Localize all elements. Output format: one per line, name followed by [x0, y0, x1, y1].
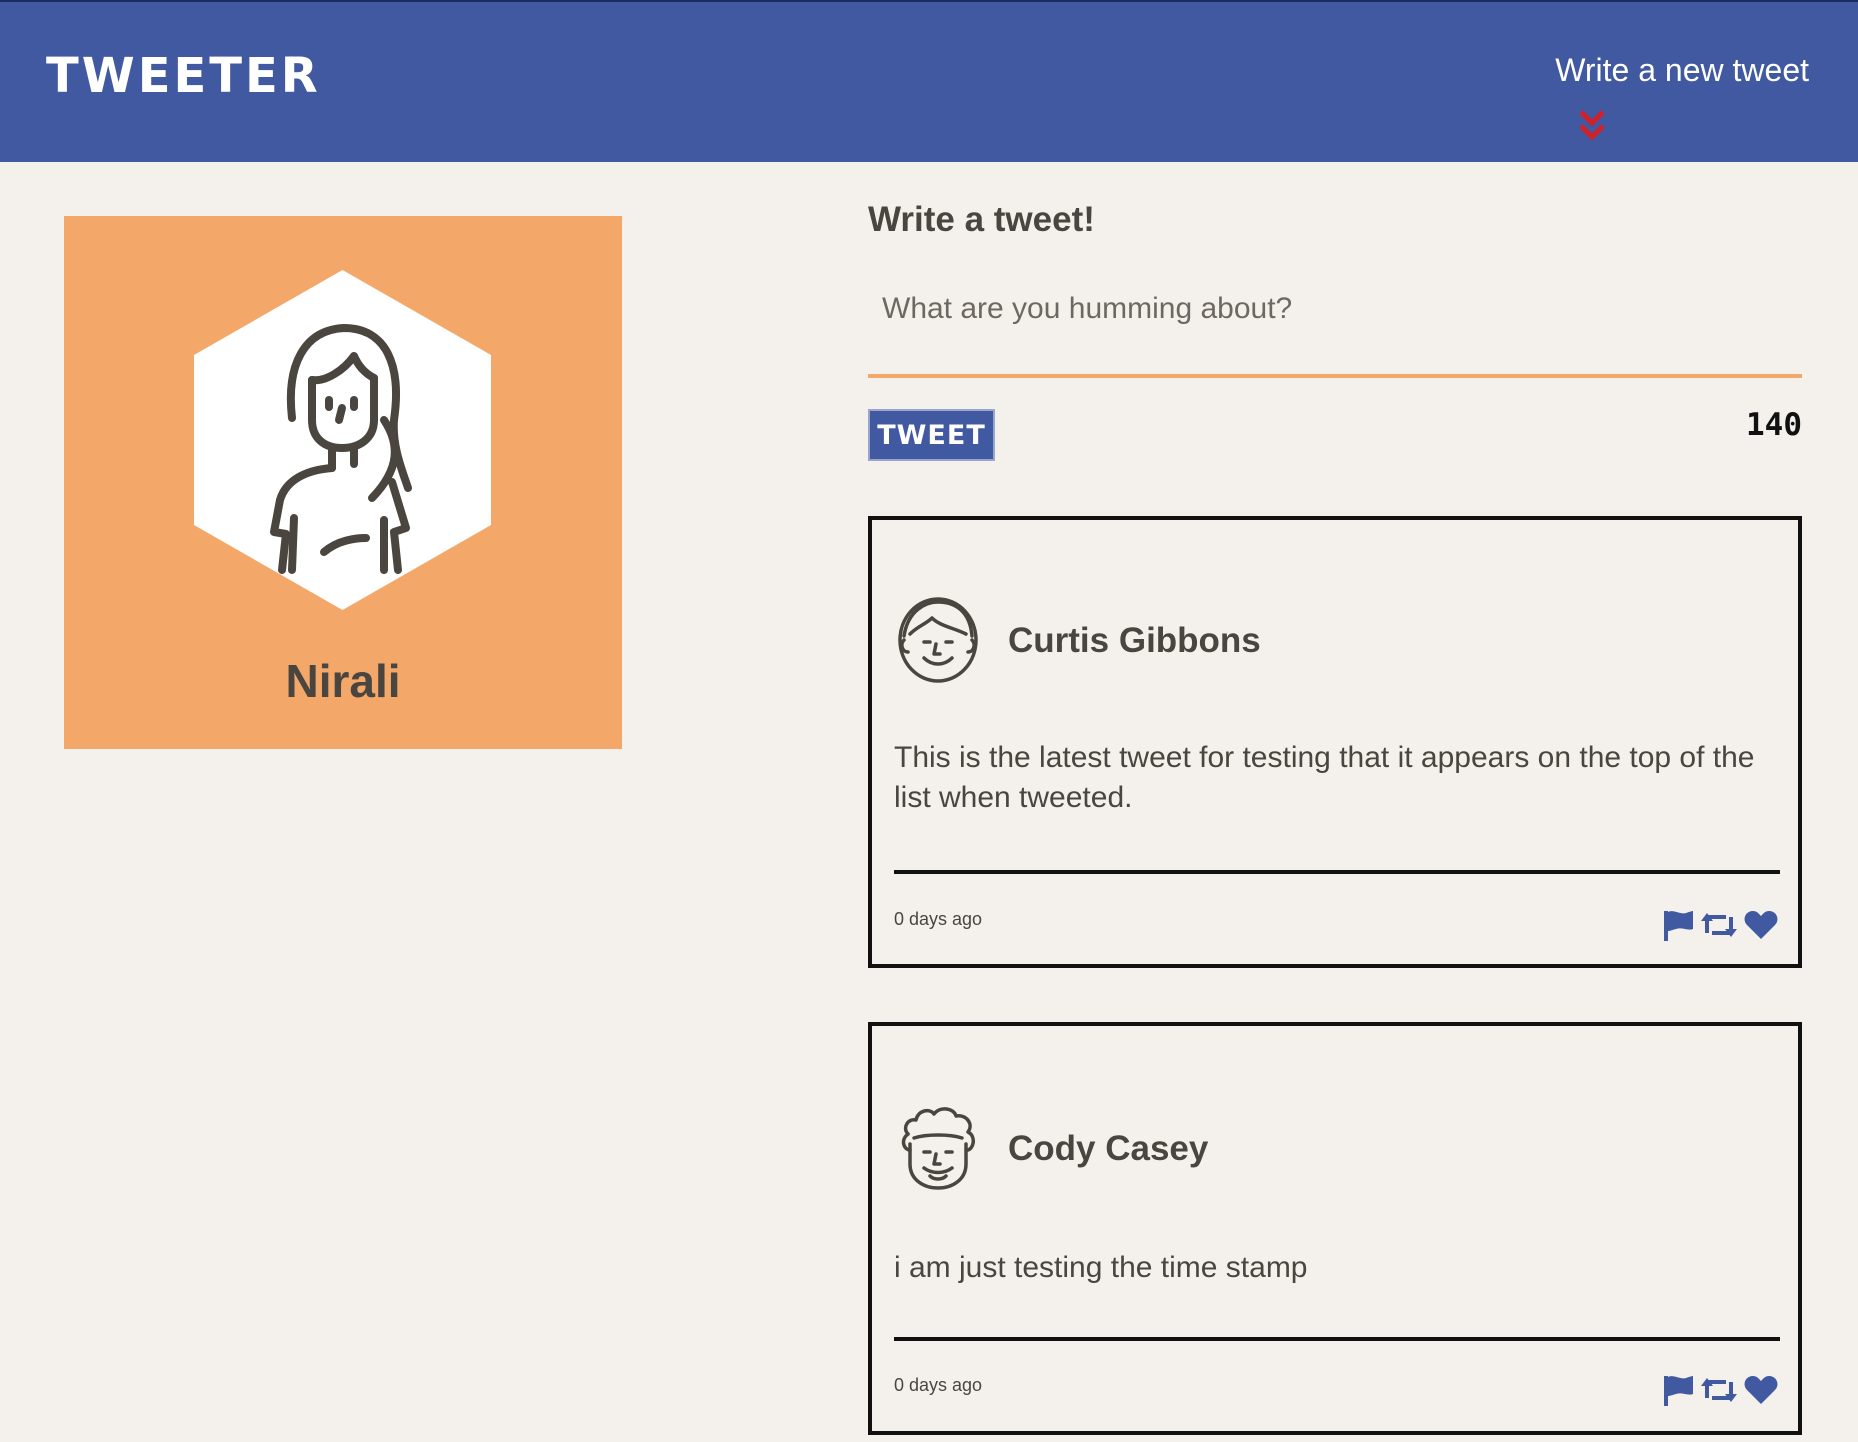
compose-toggle-button[interactable]: Write a new tweet — [1555, 54, 1809, 86]
navbar: TWEETER Write a new tweet — [0, 0, 1858, 162]
compose-toggle-label: Write a new tweet — [1555, 52, 1809, 88]
tweet-divider — [894, 1337, 1780, 1341]
woman-avatar-icon — [194, 270, 491, 610]
retweet-icon[interactable] — [1700, 911, 1738, 944]
brand-logo[interactable]: TWEETER — [46, 52, 321, 100]
tweet-timestamp: 0 days ago — [894, 1375, 983, 1395]
tweet-submit-button[interactable]: TWEET — [868, 409, 995, 461]
man-avatar-icon — [896, 596, 980, 684]
tweet-body: This is the latest tweet for testing tha… — [894, 741, 1755, 814]
tweet-author-name[interactable]: Cody Casey — [1008, 1131, 1208, 1166]
tweet-body: i am just testing the time stamp — [894, 1251, 1308, 1284]
profile-card: Nirali — [64, 216, 622, 749]
tweet-actions — [1662, 1374, 1778, 1411]
page: TWEETER Write a new tweet Nirali Write a… — [0, 0, 1858, 1442]
tweet-text-input[interactable] — [868, 276, 1802, 378]
composer-title: Write a tweet! — [868, 200, 1095, 239]
tweet-timestamp: 0 days ago — [894, 909, 983, 929]
tweet-card: Cody Casey i am just testing the time st… — [868, 1022, 1802, 1435]
tweet-actions — [1662, 909, 1778, 946]
flag-icon[interactable] — [1662, 909, 1694, 946]
heart-icon[interactable] — [1744, 910, 1778, 945]
flag-icon[interactable] — [1662, 1374, 1694, 1411]
tweet-card: Curtis Gibbons This is the latest tweet … — [868, 516, 1802, 968]
double-chevron-down-icon[interactable] — [1578, 109, 1606, 143]
tweet-divider — [894, 870, 1780, 874]
heart-icon[interactable] — [1744, 1375, 1778, 1410]
char-counter: 140 — [1746, 407, 1802, 443]
profile-name: Nirali — [285, 655, 401, 707]
tweet-author-name[interactable]: Curtis Gibbons — [1008, 623, 1261, 658]
curly-hair-man-avatar-icon — [896, 1104, 980, 1192]
profile-avatar — [194, 270, 491, 610]
retweet-icon[interactable] — [1700, 1376, 1738, 1409]
